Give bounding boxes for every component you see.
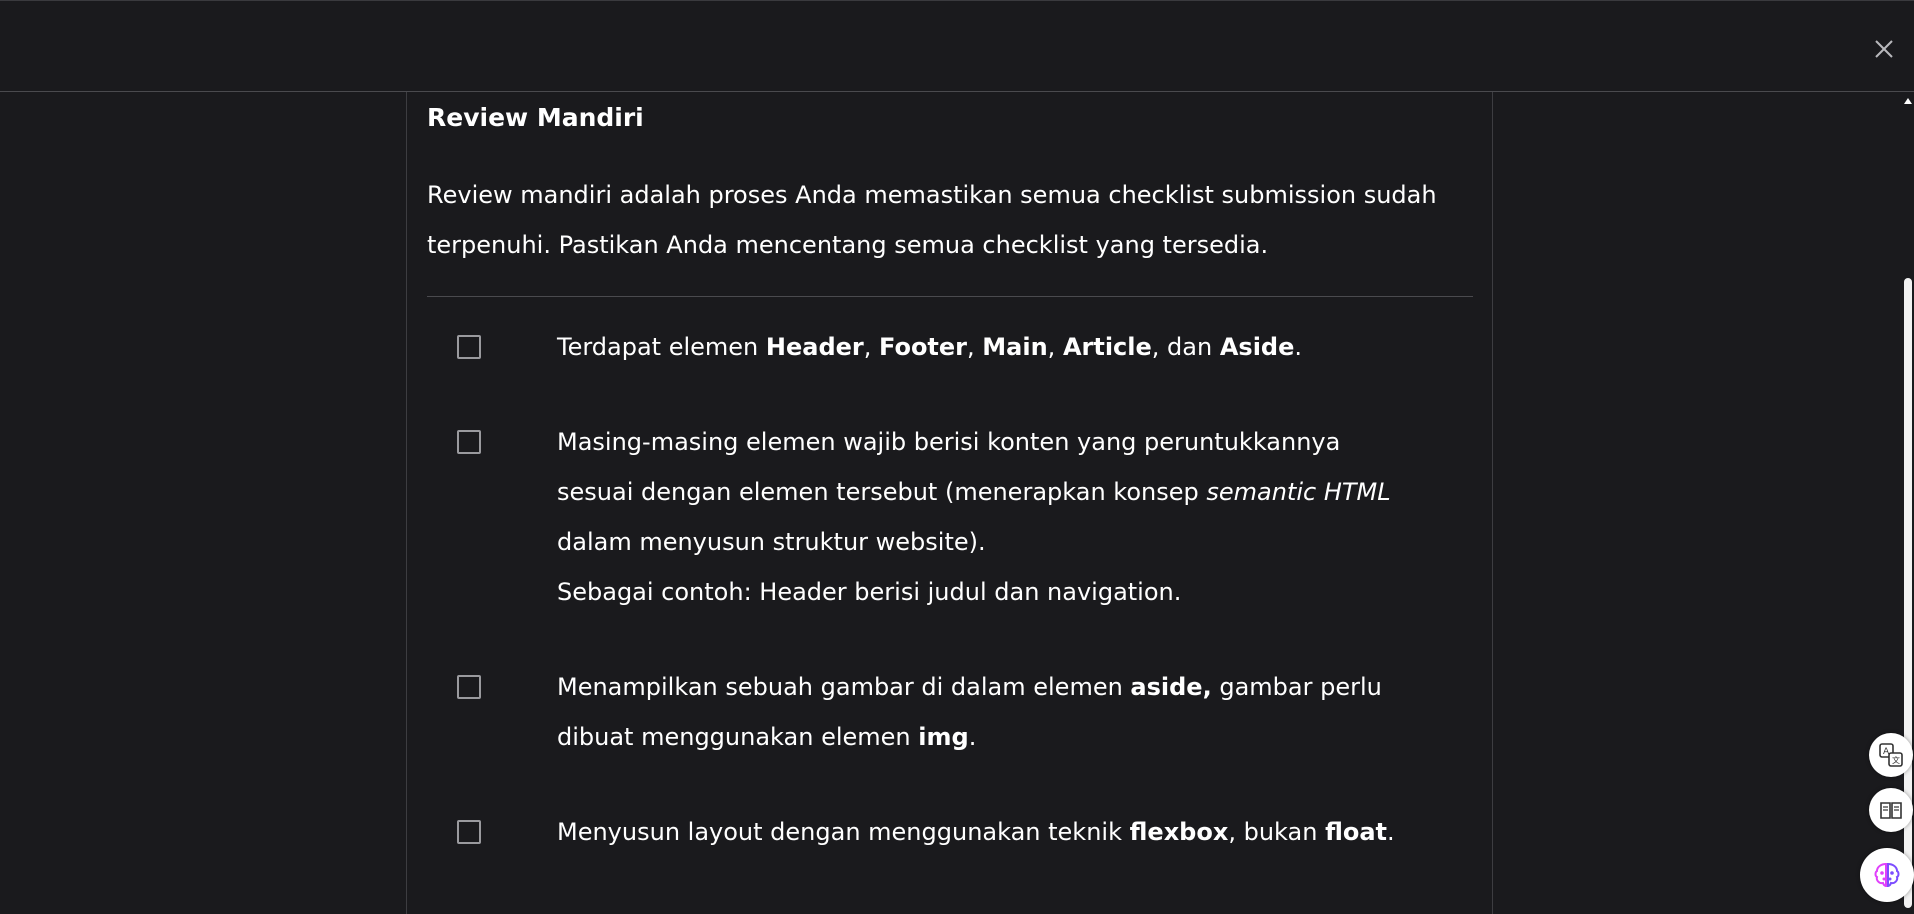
- checklist-item-text: Menyusun layout dengan menggunakan tekni…: [557, 818, 1395, 846]
- emphasis-text: Main: [982, 333, 1048, 361]
- ai-assistant-button[interactable]: [1860, 848, 1914, 902]
- emphasis-text: Aside: [1219, 333, 1295, 361]
- emphasis-text: img: [918, 723, 969, 751]
- checkbox[interactable]: [457, 675, 481, 699]
- review-panel: Review Mandiri Review mandiri adalah pro…: [406, 92, 1493, 914]
- italic-text: semantic HTML: [1206, 478, 1391, 506]
- checkbox[interactable]: [457, 820, 481, 844]
- translate-icon: A 文: [1879, 743, 1903, 767]
- checklist-item-text: Menampilkan sebuah gambar di dalam eleme…: [557, 673, 1382, 751]
- checklist-item-text: Masing-masing elemen wajib berisi konten…: [557, 428, 1391, 606]
- svg-text:A: A: [1883, 747, 1890, 757]
- reader-mode-icon: [1880, 802, 1902, 819]
- ai-brain-icon: [1874, 862, 1900, 888]
- emphasis-text: Article: [1062, 333, 1152, 361]
- translate-button[interactable]: A 文: [1869, 733, 1913, 777]
- checkbox[interactable]: [457, 335, 481, 359]
- close-icon: [1875, 40, 1893, 58]
- review-intro: Review mandiri adalah proses Anda memast…: [427, 181, 1437, 259]
- modal-header: [0, 0, 1914, 92]
- svg-text:文: 文: [1892, 755, 1900, 765]
- emphasis-text: flexbox: [1129, 818, 1229, 846]
- emphasis-text: Footer: [879, 333, 968, 361]
- close-button[interactable]: [1866, 31, 1902, 67]
- emphasis-text: aside,: [1130, 673, 1212, 701]
- divider: [427, 296, 1473, 297]
- emphasis-text: Header: [765, 333, 864, 361]
- emphasis-text: float: [1325, 818, 1388, 846]
- checklist-item-text: Terdapat elemen Header, Footer, Main, Ar…: [557, 333, 1303, 361]
- review-title: Review Mandiri: [427, 103, 644, 132]
- reader-mode-button[interactable]: [1869, 788, 1913, 832]
- checkbox[interactable]: [457, 430, 481, 454]
- scroll-up-arrow-icon[interactable]: [1904, 98, 1912, 104]
